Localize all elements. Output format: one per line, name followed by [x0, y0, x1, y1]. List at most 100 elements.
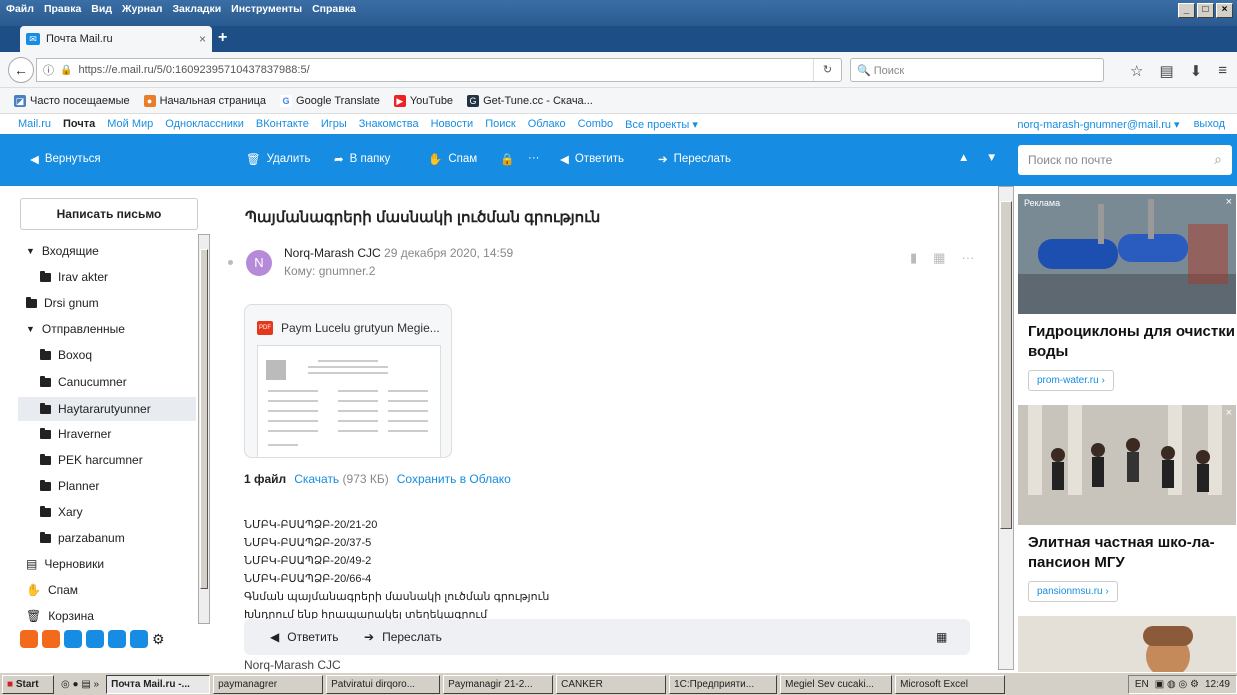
bookmark-icon[interactable]: ▮	[910, 250, 917, 266]
menu-bookmarks[interactable]: Закладки	[172, 3, 221, 15]
calendar-icon[interactable]: ▦	[933, 250, 945, 266]
recipient-line[interactable]: Кому: gnumner.2	[284, 264, 375, 278]
folder-spam[interactable]: ✋ Спам	[26, 580, 202, 600]
folder-pek-harcumner[interactable]: PEK harcumner	[40, 450, 196, 470]
scrollbar-thumb[interactable]	[1000, 201, 1012, 529]
main-scrollbar[interactable]	[998, 186, 1014, 670]
prev-message-button[interactable]: ▲	[958, 152, 969, 164]
bookmark-get-tune[interactable]: G Get-Tune.cc - Скача...	[467, 94, 593, 107]
bookmark-youtube[interactable]: ▶ YouTube	[393, 94, 453, 107]
sender-name[interactable]: Norq-Marash CJC	[284, 246, 381, 260]
folder-sent[interactable]: ▼ Отправленные	[26, 319, 202, 339]
portal-link-combo[interactable]: Combo	[578, 118, 613, 130]
contacts-app-icon[interactable]	[42, 630, 60, 648]
close-ad-icon[interactable]: ×	[1226, 407, 1232, 419]
menu-file[interactable]: Файл	[6, 3, 34, 15]
tray-icons[interactable]: ▣ ◍ ◎ ⚙	[1155, 676, 1199, 693]
scrollbar-thumb[interactable]	[200, 249, 208, 589]
attachment-card[interactable]: PDF Paym Lucelu grutyun Megie...	[244, 304, 452, 458]
ad2-title[interactable]: Элитная частная шко-ла-пансион МГУ	[1028, 533, 1236, 573]
task-canker[interactable]: CANKER	[556, 674, 667, 694]
portal-link-news[interactable]: Новости	[431, 118, 474, 130]
unread-dot-icon[interactable]	[228, 260, 233, 265]
ad3-image[interactable]	[1018, 616, 1236, 676]
close-ad-icon[interactable]: ×	[1226, 196, 1232, 208]
ad2-image[interactable]: ×	[1018, 405, 1236, 525]
portal-link-pochta[interactable]: Почта	[63, 118, 95, 130]
start-button[interactable]: ■ Start	[2, 674, 54, 694]
reply-bottom-button[interactable]: ◀ Ответить	[270, 630, 339, 644]
ad1-title[interactable]: Гидроциклоны для очистки воды	[1028, 322, 1236, 362]
download-icon[interactable]: ⬇	[1190, 62, 1203, 80]
more-dots-icon[interactable]: ···	[961, 250, 974, 266]
portal-link-dating[interactable]: Знакомства	[359, 118, 419, 130]
task-megiel[interactable]: Megiel Sev cucaki...	[780, 674, 893, 694]
logout-link[interactable]: выход	[1194, 118, 1225, 131]
hamburger-menu-icon[interactable]: ≡	[1218, 62, 1227, 80]
bookmark-home[interactable]: ● Начальная страница	[143, 94, 266, 107]
move-to-folder-button[interactable]: ➦ В папку	[334, 152, 390, 166]
user-email[interactable]: norq-marash-gnumner@mail.ru ▾	[1017, 118, 1179, 131]
portal-link-mailru[interactable]: Mail.ru	[18, 118, 51, 130]
folder-inbox[interactable]: ▼ Входящие	[26, 241, 202, 261]
close-tab-icon[interactable]: ×	[199, 32, 206, 46]
folder-drsi-gnum[interactable]: Drsi gnum	[26, 293, 202, 313]
back-arrow-icon[interactable]: ←	[8, 57, 34, 83]
menu-tools[interactable]: Инструменты	[231, 3, 302, 15]
menu-history[interactable]: Журнал	[122, 3, 162, 15]
browser-search-input[interactable]: 🔍 Поиск	[850, 58, 1104, 82]
url-bar[interactable]: ⓘ 🔒 https://e.mail.ru/5/0:16092395710437…	[36, 58, 842, 82]
browser-tab[interactable]: ✉ Почта Mail.ru ×	[20, 26, 212, 52]
portal-link-cloud[interactable]: Облако	[528, 118, 566, 130]
portal-link-ok[interactable]: Одноклассники	[165, 118, 244, 130]
tasks-app-icon[interactable]	[86, 630, 104, 648]
save-to-cloud-link[interactable]: Сохранить в Облако	[397, 472, 511, 486]
back-button[interactable]: ◀ Вернуться	[30, 152, 101, 166]
ad1-link[interactable]: prom-water.ru ›	[1028, 370, 1114, 391]
task-paymanagir[interactable]: Paymanagir 21-2...	[443, 674, 554, 694]
folder-haytararutyunner[interactable]: Haytararutyunner	[18, 397, 196, 421]
games-app-icon[interactable]	[130, 630, 148, 648]
next-message-button[interactable]: ▼	[986, 152, 997, 164]
video-app-icon[interactable]	[108, 630, 126, 648]
delete-button[interactable]: 🗑 Удалить	[246, 152, 311, 166]
folder-planner[interactable]: Planner	[40, 476, 196, 496]
maximize-button[interactable]: □	[1197, 3, 1214, 18]
ad1-image[interactable]: Реклама ×	[1018, 194, 1236, 314]
sidebar-scrollbar[interactable]	[198, 234, 210, 624]
ad2-link[interactable]: pansionmsu.ru ›	[1028, 581, 1118, 602]
library-icon[interactable]: ▤	[1159, 62, 1173, 80]
bookmark-most-visited[interactable]: ◪ Часто посещаемые	[14, 94, 130, 107]
reload-icon[interactable]: ↻	[813, 59, 841, 81]
folder-parzabanum[interactable]: parzabanum	[40, 528, 196, 548]
portal-link-vk[interactable]: ВКонтакте	[256, 118, 309, 130]
mail-search-input[interactable]: Поиск по почте ⌕	[1018, 145, 1232, 175]
portal-link-all-projects[interactable]: Все проекты ▾	[625, 118, 698, 131]
task-mail[interactable]: Почта Mail.ru -...	[106, 674, 211, 694]
star-icon[interactable]: ☆	[1130, 62, 1143, 80]
language-indicator[interactable]: EN	[1135, 676, 1149, 693]
portal-link-moy-mir[interactable]: Мой Мир	[107, 118, 153, 130]
task-patviratui[interactable]: Patviratui dirqoro...	[326, 674, 441, 694]
calendar-icon[interactable]: ▦	[936, 630, 947, 644]
bookmark-google-translate[interactable]: G Google Translate	[280, 94, 380, 107]
menu-view[interactable]: Вид	[91, 3, 112, 15]
portal-link-games[interactable]: Игры	[321, 118, 347, 130]
folder-boxoq[interactable]: Boxoq	[40, 345, 196, 365]
forward-button[interactable]: ➔ Переслать	[658, 152, 731, 166]
lock-button[interactable]: 🔒	[500, 152, 514, 166]
folder-xary[interactable]: Xary	[40, 502, 196, 522]
menu-edit[interactable]: Правка	[44, 3, 81, 15]
folder-hraverner[interactable]: Hraverner	[40, 424, 196, 444]
cloud-app-icon[interactable]	[20, 630, 38, 648]
calendar-app-icon[interactable]	[64, 630, 82, 648]
gear-icon[interactable]: ⚙	[152, 630, 165, 648]
close-button[interactable]: ×	[1216, 3, 1233, 18]
portal-link-search[interactable]: Поиск	[485, 118, 515, 130]
more-button[interactable]: ···	[528, 152, 540, 164]
new-tab-button[interactable]: +	[218, 29, 227, 47]
folder-irav-akter[interactable]: Irav akter	[40, 267, 196, 287]
info-icon[interactable]: ⓘ	[43, 62, 54, 78]
spam-button[interactable]: ✋ Спам	[428, 152, 477, 166]
menu-help[interactable]: Справка	[312, 3, 356, 15]
